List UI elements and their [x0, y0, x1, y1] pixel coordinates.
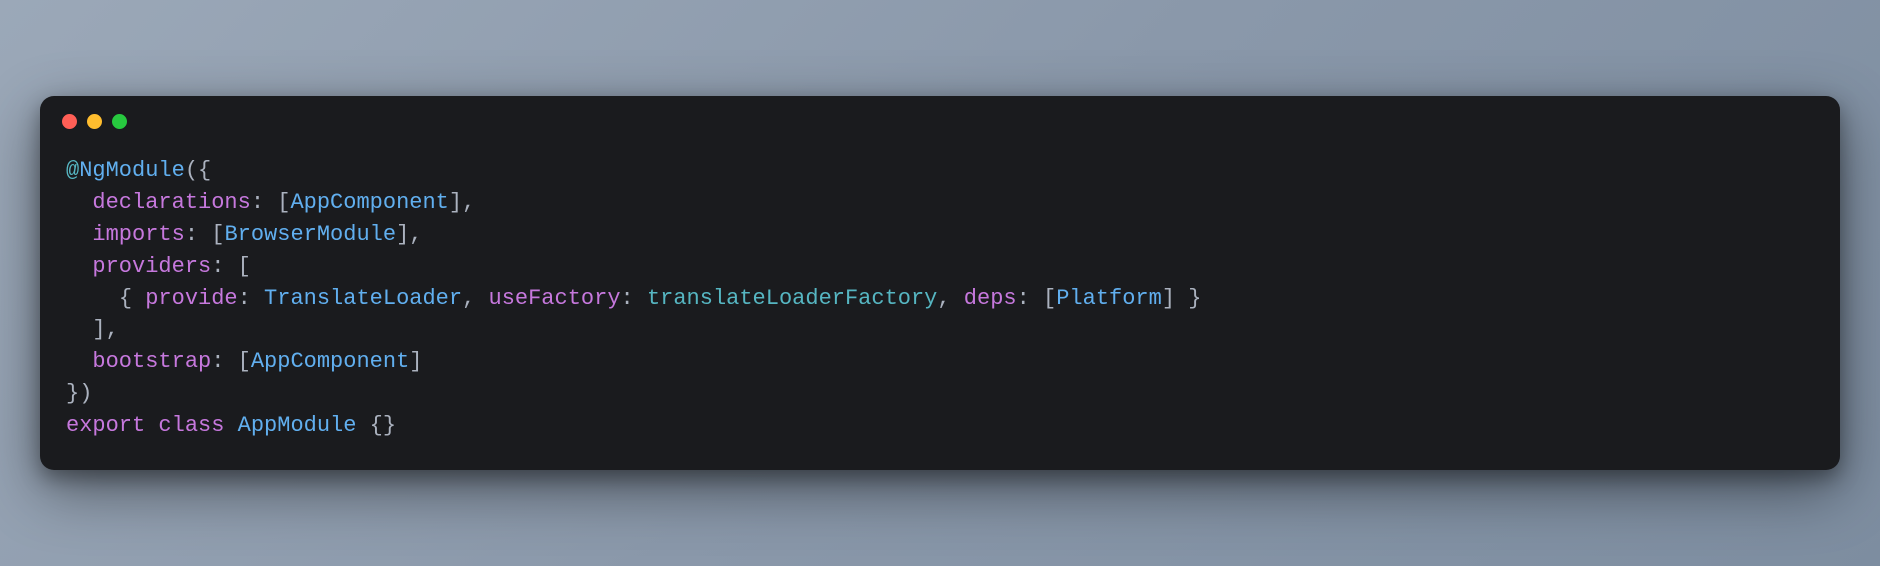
- code-token: export: [66, 413, 145, 438]
- code-token: }): [66, 381, 92, 406]
- code-token: : [: [1017, 286, 1057, 311]
- code-token: ],: [396, 222, 422, 247]
- code-token: ,: [937, 286, 963, 311]
- code-token: useFactory: [489, 286, 621, 311]
- code-token: [145, 413, 158, 438]
- code-token: : [: [211, 349, 251, 374]
- code-token: AppComponent: [290, 190, 448, 215]
- code-token: ] }: [1162, 286, 1202, 311]
- code-token: TranslateLoader: [264, 286, 462, 311]
- code-token: class: [158, 413, 224, 438]
- code-token: [356, 413, 369, 438]
- code-token: ({: [185, 158, 211, 183]
- code-token: providers: [92, 254, 211, 279]
- code-token: ,: [462, 286, 488, 311]
- code-token: {}: [370, 413, 396, 438]
- code-token: Platform: [1056, 286, 1162, 311]
- code-token: declarations: [92, 190, 250, 215]
- code-token: : [: [185, 222, 225, 247]
- code-token: : [: [251, 190, 291, 215]
- code-token: BrowserModule: [224, 222, 396, 247]
- code-token: ]: [409, 349, 422, 374]
- code-token: ],: [92, 317, 118, 342]
- code-token: AppComponent: [251, 349, 409, 374]
- window-close-icon[interactable]: [62, 114, 77, 129]
- code-token: @: [66, 158, 79, 183]
- code-token: {: [119, 286, 145, 311]
- window-titlebar: [40, 96, 1840, 137]
- code-token: ],: [449, 190, 475, 215]
- window-zoom-icon[interactable]: [112, 114, 127, 129]
- code-token: :: [238, 286, 264, 311]
- code-token: NgModule: [79, 158, 185, 183]
- code-token: [224, 413, 237, 438]
- code-token: : [: [211, 254, 251, 279]
- code-token: deps: [964, 286, 1017, 311]
- code-block[interactable]: @NgModule({ declarations: [AppComponent]…: [40, 137, 1840, 442]
- code-token: :: [621, 286, 647, 311]
- code-token: AppModule: [238, 413, 357, 438]
- code-token: bootstrap: [92, 349, 211, 374]
- code-token: imports: [92, 222, 184, 247]
- code-token: translateLoaderFactory: [647, 286, 937, 311]
- window-minimize-icon[interactable]: [87, 114, 102, 129]
- code-token: provide: [145, 286, 237, 311]
- code-window: @NgModule({ declarations: [AppComponent]…: [40, 96, 1840, 470]
